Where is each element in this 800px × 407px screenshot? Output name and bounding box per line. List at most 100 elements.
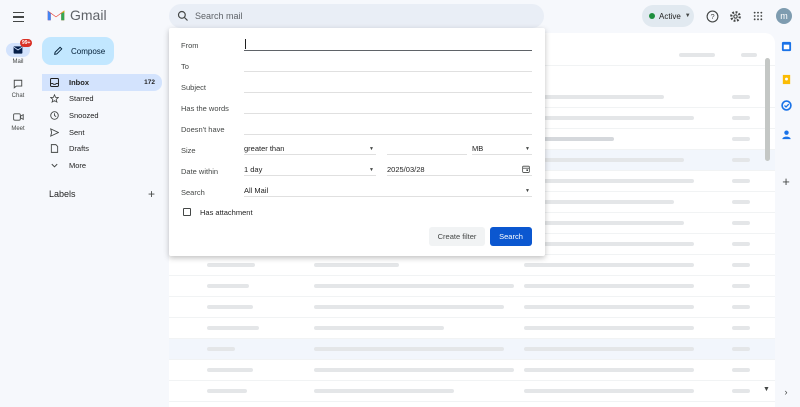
video-camera-icon [12, 113, 24, 121]
has-words-label: Has the words [181, 104, 229, 113]
doesnt-have-label: Doesn't have [181, 125, 225, 134]
table-row[interactable] [169, 360, 775, 381]
subject-label: Subject [181, 83, 207, 92]
size-operator-select[interactable]: greater than ▼ [244, 143, 376, 155]
rail-meet[interactable]: Meet [0, 110, 36, 132]
search-in-label: Search [181, 188, 205, 197]
rail-meet-label: Meet [11, 126, 25, 132]
search-bar[interactable] [169, 4, 544, 28]
dropdown-arrow-icon: ▼ [525, 145, 530, 152]
scroll-down-arrow-icon[interactable]: ▼ [763, 386, 770, 393]
date-field[interactable]: 2025/03/28 [387, 164, 532, 176]
sidebar-item-starred[interactable]: Starred [42, 91, 162, 108]
size-label: Size [181, 146, 196, 155]
chat-icon [13, 79, 23, 89]
size-value-field[interactable] [387, 143, 467, 155]
search-icon[interactable] [177, 10, 189, 22]
search-input[interactable] [195, 11, 495, 21]
table-row[interactable] [169, 381, 775, 402]
date-within-label: Date within [181, 167, 219, 176]
gmail-logo-icon [47, 10, 65, 21]
date-range-value: 1 day [244, 165, 263, 174]
pencil-icon [54, 46, 63, 55]
send-icon [50, 127, 59, 137]
advanced-search-dialog: From To Subject Has the words Doesn't ha… [169, 28, 545, 256]
gmail-logo[interactable]: Gmail [47, 7, 107, 23]
status-label: Active [659, 11, 681, 21]
rail-chat-label: Chat [11, 93, 25, 99]
table-row[interactable] [169, 297, 775, 318]
app-name: Gmail [70, 7, 107, 23]
size-operator-value: greater than [244, 144, 285, 153]
status-selector[interactable]: Active ▼ [642, 5, 694, 27]
doesnt-have-field[interactable] [244, 134, 532, 135]
sidebar-item-label: Snoozed [69, 110, 99, 120]
scrollbar-thumb[interactable] [765, 58, 770, 161]
from-label: From [181, 41, 199, 50]
help-icon[interactable]: ? [705, 9, 719, 23]
account-avatar[interactable]: m [776, 8, 792, 24]
mail-icon [13, 46, 23, 54]
sidebar-item-label: Inbox [69, 77, 89, 87]
rail-chat[interactable]: Chat [0, 77, 36, 99]
text-cursor [245, 39, 246, 49]
main-menu-button[interactable] [9, 8, 27, 26]
sidebar-nav: Inbox 172 Starred Snoozed Sent Drafts Mo… [42, 74, 162, 174]
apps-grid-icon[interactable] [751, 9, 765, 23]
contacts-icon[interactable] [779, 127, 793, 141]
date-range-select[interactable]: 1 day ▼ [244, 164, 376, 176]
compose-button[interactable]: Compose [42, 37, 114, 65]
to-field[interactable] [244, 71, 532, 72]
add-label-icon[interactable]: + [148, 187, 155, 201]
sidebar-item-label: Sent [69, 127, 85, 137]
dropdown-arrow-icon: ▼ [369, 145, 374, 152]
calendar-icon[interactable] [779, 39, 793, 53]
clock-icon [50, 111, 59, 120]
has-words-field[interactable] [244, 113, 532, 114]
sidebar-item-more[interactable]: More [42, 157, 162, 174]
draft-icon [50, 144, 59, 153]
status-dot-icon [649, 13, 655, 19]
rail-mail[interactable]: 99+ Mail [0, 39, 36, 65]
rail-mail-label: Mail [12, 59, 24, 65]
create-filter-button[interactable]: Create filter [429, 227, 485, 246]
expand-panel-icon[interactable]: › [779, 385, 793, 399]
dropdown-arrow-icon: ▼ [369, 166, 374, 173]
search-button[interactable]: Search [490, 227, 532, 246]
sidebar-item-drafts[interactable]: Drafts [42, 140, 162, 157]
sidebar-item-label: More [69, 160, 87, 170]
sidebar-item-label: Starred [69, 94, 94, 104]
tasks-icon[interactable] [779, 98, 793, 112]
chevron-down-icon [50, 161, 59, 170]
keep-icon[interactable] [779, 72, 793, 86]
date-value: 2025/03/28 [387, 165, 425, 174]
unread-badge: 99+ [20, 39, 33, 47]
table-row[interactable] [169, 339, 775, 360]
table-row[interactable] [169, 255, 775, 276]
has-attachment-checkbox[interactable] [183, 208, 191, 216]
sidebar-item-label: Drafts [69, 144, 90, 154]
from-field[interactable] [244, 50, 532, 51]
inbox-icon [50, 77, 59, 87]
to-label: To [181, 62, 189, 71]
compose-label: Compose [71, 46, 106, 56]
labels-heading: Labels [49, 189, 76, 199]
size-unit-select[interactable]: MB ▼ [472, 143, 532, 155]
search-in-select[interactable]: All Mail ▼ [244, 185, 532, 197]
settings-gear-icon[interactable] [728, 9, 742, 23]
size-unit-value: MB [472, 144, 484, 153]
dropdown-arrow-icon: ▼ [525, 187, 530, 194]
sidebar-item-sent[interactable]: Sent [42, 124, 162, 141]
chevron-down-icon: ▼ [684, 13, 691, 19]
inbox-count: 172 [144, 78, 155, 86]
star-icon [50, 94, 59, 104]
sidebar-item-inbox[interactable]: Inbox 172 [42, 74, 162, 91]
sidebar-item-snoozed[interactable]: Snoozed [42, 107, 162, 124]
subject-field[interactable] [244, 92, 532, 93]
search-in-value: All Mail [244, 186, 269, 195]
add-addon-icon[interactable]: + [779, 174, 793, 189]
table-row[interactable] [169, 276, 775, 297]
calendar-picker-icon[interactable] [522, 165, 530, 175]
has-attachment-label: Has attachment [200, 208, 253, 217]
table-row[interactable] [169, 318, 775, 339]
